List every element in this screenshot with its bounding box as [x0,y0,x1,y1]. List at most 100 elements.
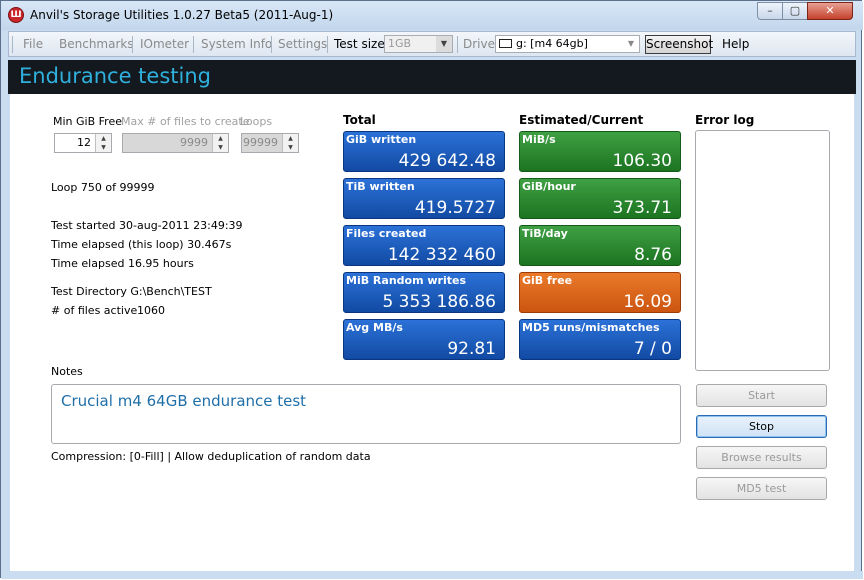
tile-value: 7 / 0 [633,339,672,359]
loops-label: Loops [240,115,273,128]
tile-value: 419.5727 [414,198,496,218]
tile-mib-per-s: MiB/s 106.30 [519,131,681,172]
drive-value: g: [m4 64gb] [516,37,588,50]
menu-settings[interactable]: Settings [278,37,327,51]
tile-avg-mbs: Avg MB/s 92.81 [343,319,505,360]
menu-separator [457,36,458,53]
spin-down-icon[interactable]: ▼ [96,143,111,152]
spin-down-icon[interactable]: ▼ [213,143,228,152]
loops-input[interactable]: 99999 ▲ ▼ [241,133,299,153]
notes-label: Notes [51,365,83,378]
tile-value: 16.09 [623,292,672,312]
screenshot-button[interactable]: Screenshot [645,35,713,54]
window-bottom-border [1,571,863,579]
menu-separator [327,36,328,53]
tile-value: 429 642.48 [398,151,496,171]
tile-label: TiB/day [522,227,568,240]
max-files-input[interactable]: 9999 ▲ ▼ [122,133,229,153]
loop-counter: Loop 750 of 99999 [51,181,155,194]
browse-results-button[interactable]: Browse results [696,446,827,469]
tile-md5-runs: MD5 runs/mismatches 7 / 0 [519,319,681,360]
spin-buttons[interactable]: ▲ ▼ [282,134,298,152]
section-header: Endurance testing [8,60,856,94]
loops-value: 99999 [243,136,278,149]
tile-label: MiB/s [522,133,556,146]
min-gib-free-value: 12 [77,136,91,149]
tile-files-created: Files created 142 332 460 [343,225,505,266]
files-active-value: 1060 [137,304,165,317]
tile-value: 5 353 186.86 [382,292,496,312]
elapsed-total: Time elapsed 16.95 hours [51,257,194,270]
tile-value: 106.30 [612,151,672,171]
spin-buttons[interactable]: ▲ ▼ [212,134,228,152]
drive-icon [499,39,512,48]
menu-file[interactable]: File [23,37,43,51]
tile-gib-written: GiB written 429 642.48 [343,131,505,172]
drive-label: Drive [463,37,495,51]
menu-system-info[interactable]: System Info [201,37,272,51]
max-files-value: 9999 [180,136,208,149]
tile-value: 142 332 460 [387,245,496,265]
minimize-button[interactable]: – [757,2,783,20]
start-button[interactable]: Start [696,384,827,407]
tile-label: MD5 runs/mismatches [522,321,660,334]
menu-separator [12,36,13,53]
menu-separator [271,36,272,53]
files-active-label: # of files active [51,304,138,317]
menu-separator [193,36,194,53]
menu-benchmarks[interactable]: Benchmarks [59,37,134,51]
spin-down-icon[interactable]: ▼ [283,143,298,152]
spin-buttons[interactable]: ▲ ▼ [95,134,111,152]
tile-label: Avg MB/s [346,321,403,334]
total-heading: Total [343,113,376,127]
error-log-heading: Error log [695,113,755,127]
app-icon[interactable]: Ш [8,7,24,23]
menu-separator [132,36,133,53]
chevron-down-icon: ▼ [436,36,452,52]
tile-mib-random-writes: MiB Random writes 5 353 186.86 [343,272,505,313]
test-directory: Test Directory G:\Bench\TEST [51,285,212,298]
tile-tib-written: TiB written 419.5727 [343,178,505,219]
spin-up-icon[interactable]: ▲ [283,134,298,143]
tile-label: MiB Random writes [346,274,467,287]
tile-tib-per-day: TiB/day 8.76 [519,225,681,266]
error-log-box[interactable] [695,130,830,371]
chevron-down-icon: ▼ [627,39,635,48]
tile-label: GiB/hour [522,180,576,193]
compression-info: Compression: [0-Fill] | Allow deduplicat… [51,450,371,463]
spin-up-icon[interactable]: ▲ [213,134,228,143]
md5-test-button[interactable]: MD5 test [696,477,827,500]
test-size-label: Test size [334,37,385,51]
stop-button[interactable]: Stop [696,415,827,438]
tile-value: 8.76 [634,245,672,265]
close-button[interactable]: ✕ [807,2,853,20]
window-title: Anvil's Storage Utilities 1.0.27 Beta5 (… [30,8,334,22]
tile-label: Files created [346,227,427,240]
test-size-select[interactable]: 1GB ▼ [384,35,453,53]
notes-field[interactable]: Crucial m4 64GB endurance test [51,384,681,444]
tile-value: 92.81 [447,339,496,359]
app-window: Ш Anvil's Storage Utilities 1.0.27 Beta5… [0,0,863,579]
notes-text: Crucial m4 64GB endurance test [61,392,307,410]
test-started: Test started 30-aug-2011 23:49:39 [51,219,243,232]
min-gib-free-input[interactable]: 12 ▲ ▼ [54,133,112,153]
elapsed-loop: Time elapsed (this loop) 30.467s [51,238,232,251]
menu-help[interactable]: Help [722,37,749,51]
min-gib-free-label: Min GiB Free [53,115,122,128]
spin-up-icon[interactable]: ▲ [96,134,111,143]
tile-label: GiB free [522,274,573,287]
estimated-heading: Estimated/Current [519,113,644,127]
test-size-value: 1GB [388,37,412,50]
tile-label: TiB written [346,180,415,193]
tile-gib-free: GiB free 16.09 [519,272,681,313]
maximize-button[interactable]: ▢ [782,2,808,20]
menu-bar: File Benchmarks IOmeter System Info Sett… [8,31,856,57]
drive-select[interactable]: g: [m4 64gb] ▼ [495,35,640,53]
max-files-label: Max # of files to create [121,115,250,128]
page-title: Endurance testing [19,64,211,88]
title-bar[interactable]: Ш Anvil's Storage Utilities 1.0.27 Beta5… [1,1,863,30]
main-panel: Min GiB Free 12 ▲ ▼ Max # of files to cre… [10,94,854,571]
menu-iometer[interactable]: IOmeter [140,37,189,51]
tile-gib-per-hour: GiB/hour 373.71 [519,178,681,219]
tile-value: 373.71 [612,198,672,218]
